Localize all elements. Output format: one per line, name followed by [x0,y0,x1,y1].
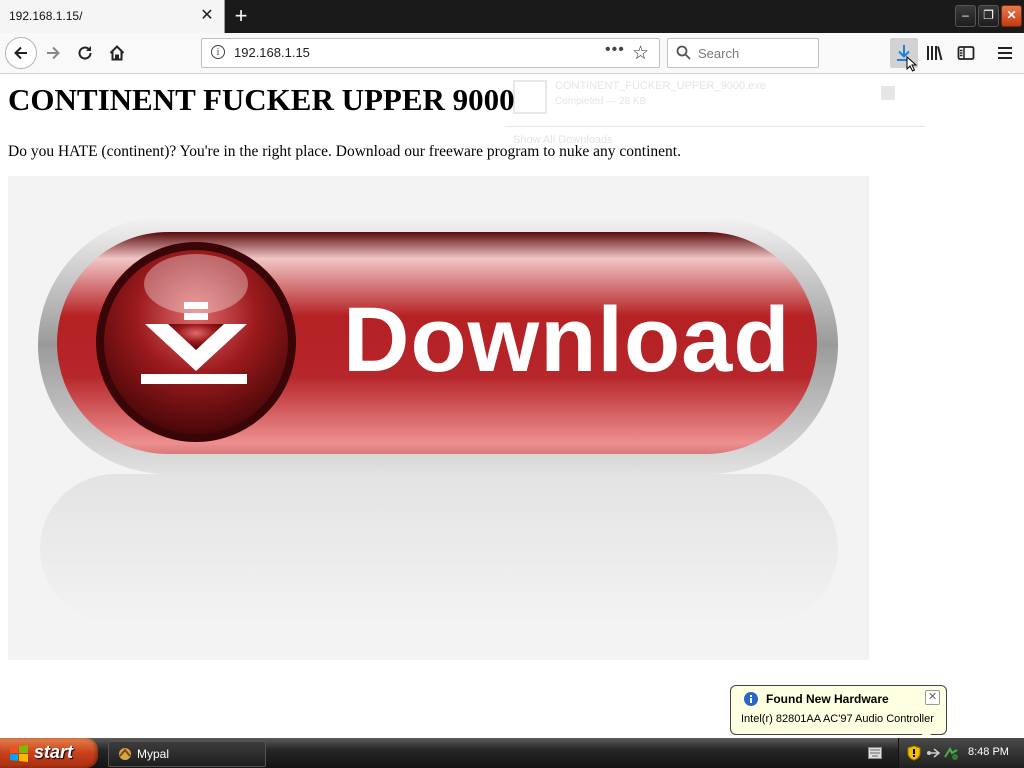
notification-title: Found New Hardware [766,692,889,706]
clock[interactable]: 8:48 PM [968,746,1009,758]
site-info-icon[interactable]: i [211,45,225,59]
notification-balloon[interactable]: Found New Hardware ✕ Intel(r) 82801AA AC… [730,685,947,743]
keyboard-icon[interactable] [868,747,882,759]
tab-strip: 192.168.1.15/ ✕ + – ❐ ✕ [0,0,1024,33]
hamburger-menu-icon [998,47,1012,59]
download-status: Completed — 28 KB [555,96,647,107]
back-arrow-icon [14,46,27,60]
notification-close-icon[interactable]: ✕ [925,690,940,705]
home-button[interactable] [105,41,129,65]
taskbar-item-label: Mypal [137,747,170,761]
download-graphic [38,216,838,624]
info-icon [744,692,758,706]
search-input[interactable]: Search [667,38,819,68]
tab-title: 192.168.1.15/ [9,9,83,23]
network-icon[interactable] [943,745,959,761]
forward-arrow-icon [47,46,60,60]
download-button-label: Download [343,289,791,391]
minimize-button[interactable]: – [955,5,976,27]
menu-button[interactable] [993,41,1017,65]
security-shield-icon[interactable] [907,745,921,761]
taskbar: start Mypal 8:48 PM [0,738,1024,768]
tab-current[interactable]: 192.168.1.15/ ✕ [0,0,225,33]
reload-icon [78,46,92,60]
url-text[interactable]: 192.168.1.15 [234,45,310,60]
restore-button[interactable]: ❐ [978,5,999,27]
search-placeholder: Search [698,46,740,61]
taskbar-item-mypal[interactable]: Mypal [108,741,266,767]
sidebar-button[interactable] [954,41,978,65]
library-icon [927,46,943,61]
library-button[interactable] [922,41,946,65]
navigation-toolbar: i 192.168.1.15 ••• ☆ Search [0,33,1024,74]
url-bar[interactable]: i 192.168.1.15 ••• ☆ [201,38,660,68]
tab-close-icon[interactable]: ✕ [199,8,215,24]
download-button-image[interactable]: Download [8,176,869,660]
panel-divider [505,126,925,127]
sidebar-icon [957,46,975,60]
start-label: start [34,742,74,762]
home-icon [109,45,125,61]
page-actions-icon[interactable]: ••• [605,41,625,59]
mypal-app-icon [119,748,131,760]
new-tab-icon[interactable]: + [231,5,251,27]
windows-logo-icon [10,745,28,762]
download-file-name: CONTINENT_FUCKER_UPPER_9000.exe [555,80,766,92]
hardware-usb-icon[interactable] [925,745,941,761]
window-close-button[interactable]: ✕ [1001,5,1022,27]
notification-message: Intel(r) 82801AA AC'97 Audio Controller [741,713,934,725]
back-button[interactable] [5,37,37,69]
start-button[interactable]: start [0,738,98,768]
system-tray: 8:48 PM [898,738,1024,768]
search-icon [676,45,691,60]
page-title: CONTINENT FUCKER UPPER 9000 [8,82,515,117]
file-icon [513,80,547,114]
bookmark-star-icon[interactable]: ☆ [632,42,649,65]
folder-icon [881,86,895,100]
forward-button[interactable] [41,41,65,65]
page-description: Do you HATE (continent)? You're in the r… [8,143,681,160]
reload-button[interactable] [73,41,97,65]
button-reflection [40,474,838,624]
downloads-button[interactable] [890,38,918,72]
mouse-cursor-icon [906,56,918,72]
